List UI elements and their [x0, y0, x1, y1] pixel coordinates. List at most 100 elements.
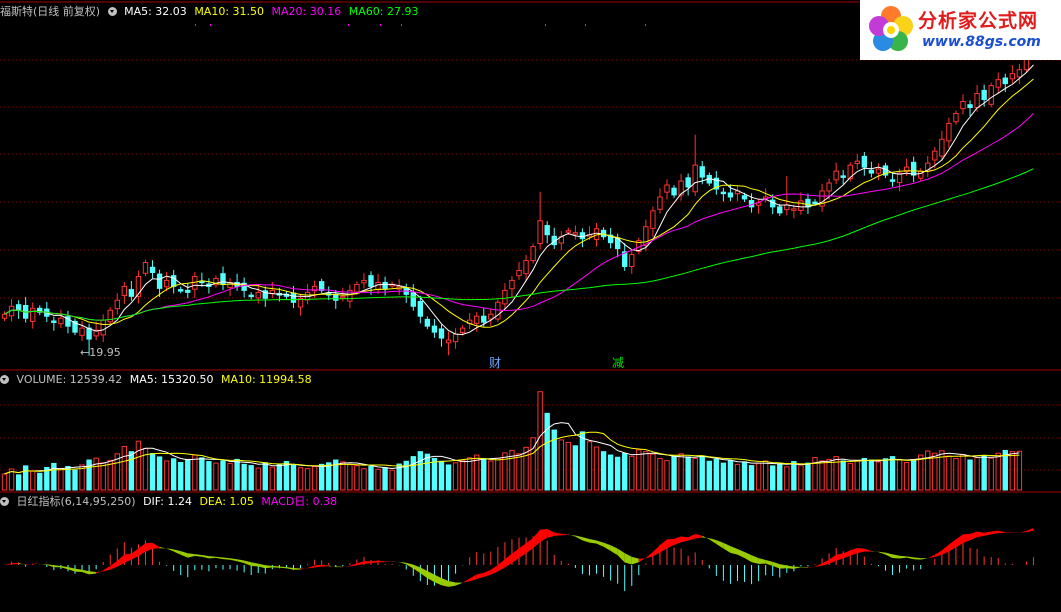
macd-band: [455, 582, 463, 586]
macd-band: [448, 581, 456, 587]
macd-band: [568, 534, 576, 537]
candle-up: [988, 85, 994, 105]
volume-bar-down: [840, 460, 846, 491]
ma10-value: MA10: 31.50: [194, 5, 265, 18]
chevron-down-icon[interactable]: [0, 375, 9, 384]
candle-up: [340, 295, 346, 299]
volume-bar-down: [579, 431, 586, 491]
volume-bar-up: [565, 441, 572, 491]
volume-bar-up: [488, 460, 494, 491]
macd-band: [793, 566, 801, 569]
macd-band: [434, 574, 442, 586]
candle-up: [114, 299, 120, 310]
macd-value: MACD日: 0.38: [261, 495, 338, 508]
macd-band: [681, 536, 689, 543]
macd-band: [899, 555, 907, 559]
volume-bar-down: [424, 453, 431, 491]
macd-band: [617, 548, 625, 563]
volume-bar-up: [30, 470, 36, 491]
volume-bar-down: [748, 465, 755, 491]
volume-bar-down: [791, 461, 797, 491]
volume-bar-up: [847, 462, 853, 491]
macd-band: [786, 565, 794, 569]
dif-value: DIF: 1.24: [143, 495, 192, 508]
volume-bar-down: [622, 453, 628, 491]
macd-band: [723, 542, 731, 553]
volume-bar-up: [854, 460, 860, 491]
macd-band: [737, 548, 745, 558]
candle-down: [868, 169, 875, 174]
macd-band: [920, 558, 928, 560]
volume-bar-down: [72, 469, 78, 491]
macd-band: [145, 542, 153, 552]
volume-bar-up: [255, 467, 261, 491]
volume-bar-up: [593, 446, 600, 491]
chevron-down-icon[interactable]: [0, 497, 9, 506]
volume-bar-up: [932, 452, 938, 491]
low-price-label: ←19.95: [80, 346, 121, 359]
macd-band: [547, 529, 555, 538]
volume-bar-up: [918, 454, 924, 491]
volume-bar-up: [311, 466, 318, 491]
macd-band: [526, 537, 534, 554]
candle-up: [530, 246, 536, 262]
macd-band: [624, 553, 632, 565]
macd-band: [779, 564, 787, 569]
macd-band: [462, 578, 470, 583]
candle-up: [1009, 73, 1016, 80]
macd-band: [589, 538, 597, 544]
marker-dot: [545, 24, 546, 26]
logo-title: 分析家公式网: [918, 10, 1039, 32]
ma10-line: [4, 78, 1034, 328]
volume-bar-up: [347, 464, 353, 491]
volume-bar-up: [361, 468, 367, 491]
volume-bar-up: [502, 452, 508, 491]
volume-bar-down: [967, 459, 973, 491]
site-logo: 分析家公式网 www.88gs.com: [860, 0, 1061, 60]
volume-bar-down: [262, 462, 268, 491]
macd-band: [96, 570, 104, 574]
candle-up: [255, 291, 261, 299]
candle-down: [438, 328, 445, 339]
volume-bar-down: [65, 466, 71, 491]
macd-band: [201, 555, 209, 559]
macd-band: [131, 548, 139, 560]
event-marker-reduce[interactable]: 减: [612, 354, 624, 371]
macd-band: [977, 531, 985, 538]
macd-band: [237, 559, 245, 564]
macd-band: [152, 542, 160, 549]
macd-band: [772, 561, 780, 569]
volume-bar-up: [875, 461, 882, 491]
volume-bar-down: [15, 474, 22, 491]
volume-bar-up: [304, 468, 311, 491]
ma5-value: MA5: 32.03: [124, 5, 187, 18]
candle-down: [861, 155, 868, 168]
volume-bar-up: [974, 457, 980, 491]
macd-band: [103, 565, 111, 572]
macd-band: [878, 551, 886, 555]
macd-band: [836, 553, 844, 561]
macd-band: [476, 572, 484, 579]
candle-up: [629, 254, 635, 268]
macd-band: [378, 560, 386, 563]
candle-up: [692, 164, 698, 193]
candle-up: [664, 184, 670, 193]
candle-up: [163, 279, 170, 288]
volume-bar-down: [699, 455, 705, 491]
chevron-down-icon[interactable]: [107, 7, 117, 16]
macd-band: [744, 551, 752, 563]
volume-bar-down: [185, 458, 191, 491]
event-marker-financial[interactable]: 财: [489, 354, 501, 371]
macd-band: [716, 540, 724, 549]
marker-dot: [380, 24, 381, 26]
macd-band: [110, 560, 118, 570]
macd-band: [138, 543, 146, 557]
candle-up: [142, 262, 149, 274]
stock-chart[interactable]: [0, 0, 1061, 612]
macd-band: [674, 536, 682, 546]
macd-band: [948, 539, 956, 552]
macd-band: [667, 538, 675, 549]
candle-up: [375, 281, 381, 291]
macd-band: [850, 548, 858, 556]
candle-down: [777, 206, 783, 214]
